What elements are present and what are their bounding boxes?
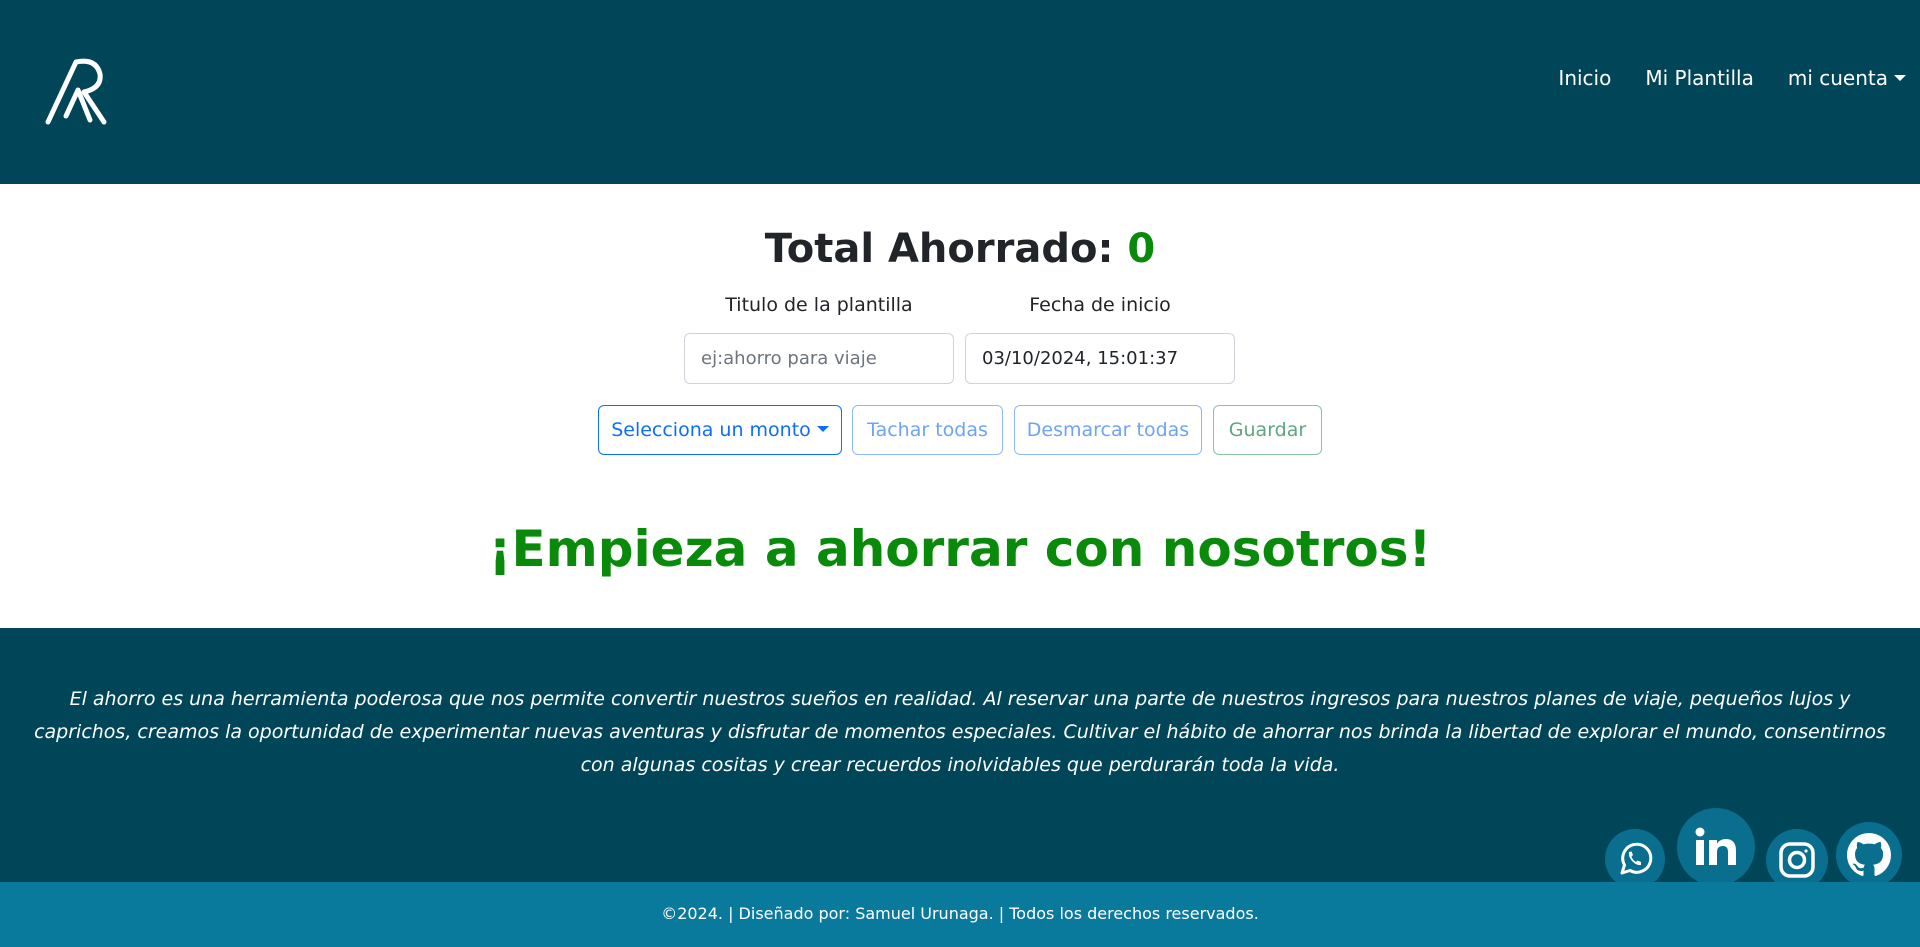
total-saved-label: Total Ahorrado: — [764, 226, 1114, 272]
main-content: Total Ahorrado: 0 Titulo de la plantilla… — [0, 184, 1920, 628]
cross-all-button[interactable]: Tachar todas — [852, 405, 1003, 455]
template-title-label: Titulo de la plantilla — [725, 294, 913, 316]
total-saved-heading: Total Ahorrado: 0 — [0, 226, 1920, 272]
footer-quote-section: El ahorro es una herramienta poderosa qu… — [0, 628, 1920, 891]
nav-links: Inicio Mi Plantilla mi cuenta — [1524, 66, 1906, 90]
nav-link-inicio[interactable]: Inicio — [1558, 66, 1611, 90]
caret-down-icon — [1894, 75, 1906, 81]
github-icon[interactable] — [1836, 822, 1902, 888]
headline: ¡Empieza a ahorrar con nosotros! — [488, 520, 1432, 578]
total-saved-value: 0 — [1127, 226, 1156, 272]
mi-cuenta-label: mi cuenta — [1787, 66, 1888, 90]
footer-copyright-bar: ©2024. | Diseñado por: Samuel Urunaga. |… — [0, 882, 1920, 947]
copyright-text: ©2024. | Diseñado por: Samuel Urunaga. |… — [661, 904, 1259, 923]
nav-link-mi-plantilla[interactable]: Mi Plantilla — [1645, 66, 1754, 90]
uncheck-all-button[interactable]: Desmarcar todas — [1014, 405, 1202, 455]
start-date-input[interactable] — [965, 333, 1235, 384]
save-button[interactable]: Guardar — [1213, 405, 1322, 455]
savings-quote: El ahorro es una herramienta poderosa qu… — [34, 688, 1886, 776]
whatsapp-icon[interactable] — [1605, 829, 1665, 889]
navbar: Inicio Mi Plantilla mi cuenta — [0, 0, 1920, 184]
template-title-input[interactable] — [684, 333, 954, 384]
select-amount-label: Selecciona un monto — [611, 419, 811, 441]
ar-logo-icon[interactable] — [44, 56, 112, 128]
start-date-label: Fecha de inicio — [1029, 294, 1171, 316]
linkedin-icon[interactable] — [1677, 808, 1755, 886]
nav-link-mi-cuenta-dropdown[interactable]: mi cuenta — [1788, 66, 1906, 90]
caret-down-icon — [816, 426, 829, 432]
select-amount-dropdown-button[interactable]: Selecciona un monto — [598, 405, 842, 455]
